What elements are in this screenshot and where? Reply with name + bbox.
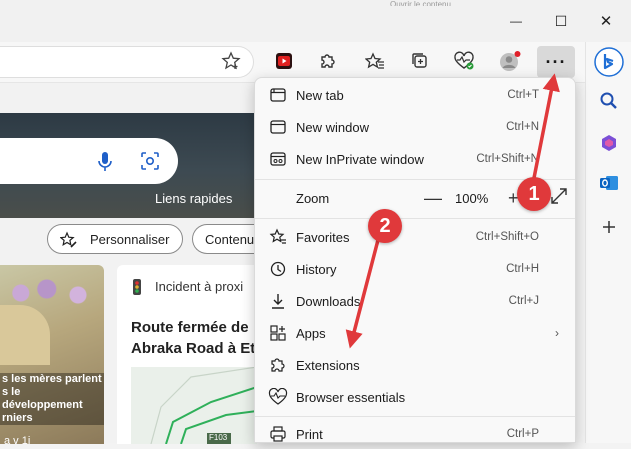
more-dots-icon: ···	[545, 51, 567, 72]
youtube-icon[interactable]	[272, 50, 296, 72]
zoom-label: Zoom	[296, 190, 330, 206]
personalize-button[interactable]: Personnaliser	[47, 224, 183, 254]
traffic-light-icon	[131, 279, 143, 298]
print-icon	[267, 423, 289, 445]
top-edge-text: Ouvrir le contenu	[390, 0, 451, 6]
copilot-shopping-icon[interactable]	[594, 128, 624, 158]
personalize-icon	[59, 231, 78, 252]
menu-item-label: Apps	[296, 325, 326, 341]
menu-item-shortcut: Ctrl+P	[506, 428, 539, 440]
menu-item-apps[interactable]: Apps ›	[259, 318, 573, 348]
menu-item-shortcut: Ctrl+J	[508, 295, 539, 307]
browser-essentials-icon[interactable]	[452, 50, 476, 72]
favorites-star-icon	[267, 226, 289, 248]
favorites-icon[interactable]	[363, 50, 387, 72]
traffic-map: F103	[131, 366, 257, 444]
address-bar[interactable]	[0, 46, 254, 78]
menu-item-extensions[interactable]: Extensions	[259, 350, 573, 380]
menu-item-label: Browser essentials	[296, 389, 406, 405]
personalize-label: Personnaliser	[90, 231, 170, 247]
annotation-badge-1: 1	[517, 177, 551, 211]
inprivate-icon	[267, 148, 289, 170]
menu-item-print[interactable]: Print Ctrl+P	[259, 419, 573, 449]
close-window-button[interactable]: ✕	[592, 8, 620, 34]
menu-separator	[255, 218, 575, 219]
menu-item-favorites[interactable]: Favorites Ctrl+Shift+O	[259, 222, 573, 252]
heart-pulse-icon	[267, 386, 289, 408]
menu-item-shortcut: Ctrl+H	[506, 263, 539, 275]
menu-item-label: New window	[296, 119, 369, 135]
visual-search-icon[interactable]	[140, 151, 160, 174]
add-favorite-star-icon[interactable]	[220, 50, 242, 72]
add-sidebar-app-icon[interactable]	[594, 212, 624, 242]
menu-item-shortcut: Ctrl+N	[506, 121, 539, 133]
new-window-icon	[267, 116, 289, 138]
extensions-icon	[267, 354, 289, 376]
extension-puzzle-icon[interactable]	[316, 50, 340, 72]
maximize-button[interactable]: ☐	[547, 8, 575, 34]
menu-separator	[255, 416, 575, 417]
traffic-card[interactable]: Incident à proxi Route fermée de Abraka …	[117, 265, 257, 444]
profile-avatar-icon[interactable]	[498, 50, 522, 72]
menu-item-browser-essentials[interactable]: Browser essentials	[259, 382, 573, 412]
close-icon: ✕	[599, 13, 613, 30]
minimize-icon: —	[510, 14, 522, 28]
card-image-figure	[0, 305, 50, 365]
maximize-icon: ☐	[554, 12, 568, 29]
menu-item-label: New tab	[296, 87, 344, 103]
settings-and-more-menu: New tab Ctrl+T New window Ctrl+N New InP…	[254, 77, 576, 443]
new-tab-icon	[267, 84, 289, 106]
news-card-left[interactable]: s les mères parlent s le développement r…	[0, 265, 104, 444]
menu-item-new-inprivate-window[interactable]: New InPrivate window Ctrl+Shift+N	[259, 144, 573, 174]
menu-item-label: Favorites	[296, 229, 350, 245]
apps-icon	[267, 322, 289, 344]
collections-icon[interactable]	[408, 50, 432, 72]
menu-item-shortcut: Ctrl+Shift+N	[476, 153, 539, 165]
outlook-icon[interactable]	[594, 168, 624, 198]
menu-item-label: Downloads	[296, 293, 361, 309]
menu-item-new-window[interactable]: New window Ctrl+N	[259, 112, 573, 142]
menu-item-label: Print	[296, 426, 323, 442]
zoom-out-button[interactable]: —	[424, 188, 442, 209]
microphone-icon[interactable]	[97, 151, 113, 176]
menu-item-shortcut: Ctrl+Shift+O	[475, 231, 539, 243]
download-icon	[267, 290, 289, 312]
minimize-button[interactable]: —	[502, 8, 530, 34]
bing-copilot-icon[interactable]	[593, 46, 625, 78]
menu-item-label: Extensions	[296, 357, 360, 373]
menu-item-history[interactable]: History Ctrl+H	[259, 254, 573, 284]
edge-sidebar	[585, 42, 631, 443]
map-road-label: F103	[209, 433, 228, 442]
annotation-badge-2: 2	[368, 209, 402, 243]
menu-item-new-tab[interactable]: New tab Ctrl+T	[259, 80, 573, 110]
traffic-card-headline: Route fermée de Abraka Road à Et	[131, 319, 256, 357]
chevron-right-icon: ›	[555, 326, 559, 340]
quick-links-label[interactable]: Liens rapides	[155, 191, 232, 206]
menu-item-shortcut: Ctrl+T	[507, 89, 539, 101]
menu-item-label: New InPrivate window	[296, 151, 424, 167]
menu-item-label: History	[296, 261, 337, 277]
zoom-level: 100%	[455, 190, 489, 206]
news-card-caption: s les mères parlent s le développement r…	[0, 373, 104, 425]
history-icon	[267, 258, 289, 280]
fullscreen-icon[interactable]	[549, 186, 569, 208]
traffic-card-tag: Incident à proxi	[155, 279, 244, 294]
content-label: Contenu	[205, 231, 255, 247]
title-bar: Ouvrir le contenu — ☐ ✕	[0, 0, 631, 42]
search-icon[interactable]	[594, 86, 624, 116]
web-search-box[interactable]	[0, 138, 178, 184]
menu-item-downloads[interactable]: Downloads Ctrl+J	[259, 286, 573, 316]
settings-and-more-button[interactable]: ···	[537, 46, 575, 78]
